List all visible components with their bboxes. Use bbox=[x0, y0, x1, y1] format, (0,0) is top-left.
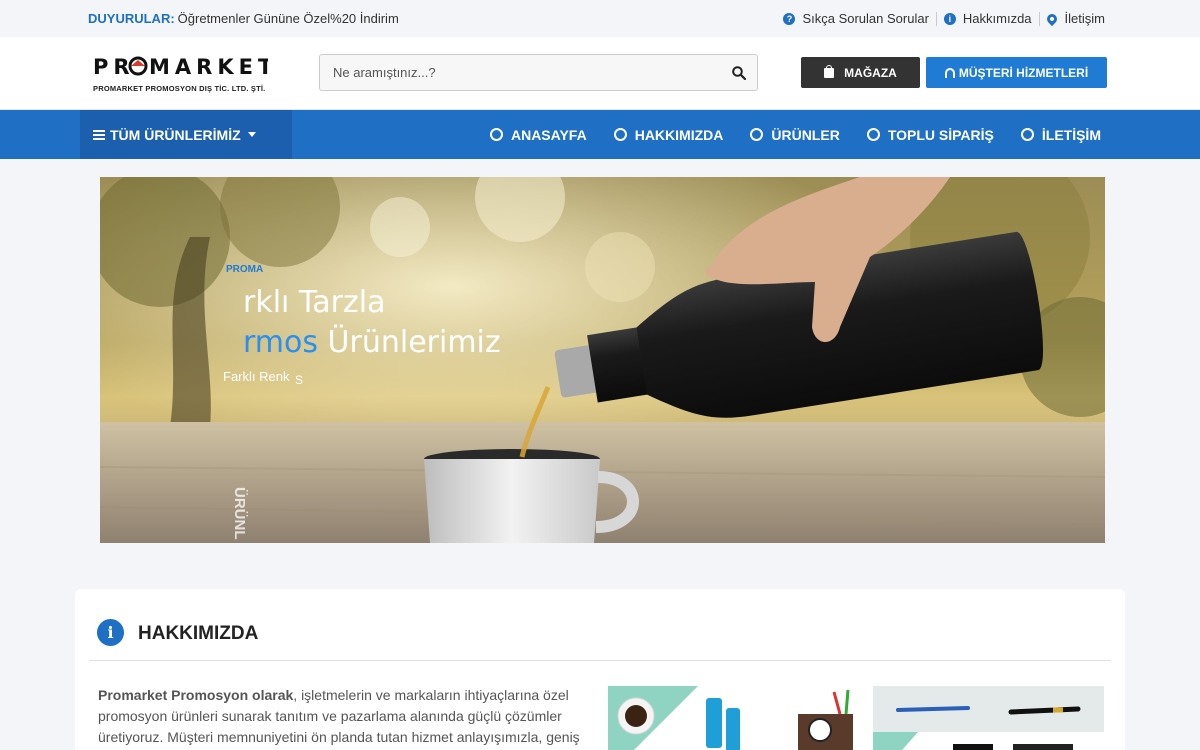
contact-link-label: İletişim bbox=[1064, 11, 1105, 26]
hero-subtext-fragment: S bbox=[295, 373, 304, 387]
search-button[interactable] bbox=[721, 55, 757, 90]
map-pin-icon bbox=[1044, 11, 1059, 26]
hero-small-label: PROMA bbox=[226, 264, 264, 275]
hero-image bbox=[100, 177, 1105, 543]
all-products-label: TÜM ÜRÜNLERİMİZ bbox=[110, 126, 241, 143]
faq-link-label: Sıkça Sorulan Sorular bbox=[802, 11, 929, 26]
hero-headline-line1: rklı Tarzla bbox=[243, 285, 386, 320]
announcement: DUYURULAR: Öğretmenler Gününe Özel%20 İnd… bbox=[88, 11, 399, 26]
site-logo[interactable]: PR MARKET PROMARKET PROMOSYON DIŞ TİC. L… bbox=[93, 55, 272, 93]
contact-link[interactable]: İletişim bbox=[1044, 11, 1105, 26]
shopping-bag-icon bbox=[824, 64, 835, 78]
nav-item-label: ANASAYFA bbox=[510, 126, 587, 143]
circle-icon bbox=[866, 128, 880, 141]
announcement-text[interactable]: Öğretmenler Gününe Özel%20 İndirim bbox=[178, 11, 399, 26]
logo-wordmark: PR MARKET bbox=[93, 55, 272, 79]
hero-headline-accent: rmos bbox=[243, 325, 319, 360]
about-text: Promarket Promosyon olarak, işletmelerin… bbox=[98, 685, 583, 748]
all-products-menu[interactable]: TÜM ÜRÜNLERİMİZ bbox=[80, 110, 292, 159]
divider bbox=[935, 11, 937, 26]
search-input[interactable] bbox=[320, 55, 720, 90]
headset-icon bbox=[944, 67, 955, 78]
logo-subtitle: PROMARKET PROMOSYON DIŞ TİC. LTD. ŞTİ. bbox=[93, 84, 266, 93]
question-circle-icon: ? bbox=[783, 12, 796, 25]
nav-item-label: ÜRÜNLER bbox=[771, 126, 840, 143]
about-link[interactable]: i Hakkımızda bbox=[943, 11, 1032, 26]
hero-subtext: Farklı Renk bbox=[223, 369, 290, 384]
about-product-collage bbox=[608, 686, 1104, 750]
search-box bbox=[319, 54, 758, 91]
svg-text:PR: PR bbox=[93, 55, 135, 77]
about-bold-lead: Promarket Promosyon olarak bbox=[98, 687, 294, 703]
nav-item-label: İLETİŞİM bbox=[1041, 126, 1101, 143]
hero-headline-rest: Ürünlerimiz bbox=[318, 325, 501, 360]
info-circle-icon: i bbox=[943, 12, 956, 25]
customer-service-button[interactable]: MÜŞTERİ HİZMETLERİ bbox=[926, 57, 1107, 88]
top-links: ? Sıkça Sorulan Sorular i Hakkımızda İle… bbox=[783, 11, 1105, 26]
nav-item-home[interactable]: ANASAYFA bbox=[489, 126, 587, 143]
main-nav: TÜM ÜRÜNLERİMİZ ANASAYFA HAKKIMIZDA ÜRÜN… bbox=[0, 110, 1200, 159]
nav-item-contact[interactable]: İLETİŞİM bbox=[1020, 126, 1101, 143]
nav-item-products[interactable]: ÜRÜNLER bbox=[750, 126, 840, 143]
store-button[interactable]: MAĞAZA bbox=[801, 57, 920, 88]
circle-icon bbox=[1020, 128, 1034, 141]
circle-icon bbox=[489, 128, 503, 141]
hero-vertical-text: ÜRÜNL bbox=[231, 487, 248, 540]
store-button-label: MAĞAZA bbox=[844, 65, 897, 80]
hero-headline-line2: rmos Ürünlerimiz bbox=[243, 325, 501, 360]
customer-service-label: MÜŞTERİ HİZMETLERİ bbox=[958, 65, 1089, 80]
product-collage-image bbox=[608, 686, 1104, 750]
about-link-label: Hakkımızda bbox=[962, 11, 1032, 26]
nav-items: ANASAYFA HAKKIMIZDA ÜRÜNLER TOPLU SİPARİ… bbox=[463, 110, 1101, 159]
svg-text:MARKET: MARKET bbox=[149, 55, 268, 77]
about-section: i HAKKIMIZDA Promarket Promosyon olarak,… bbox=[75, 589, 1125, 750]
nav-item-label: HAKKIMIZDA bbox=[634, 126, 724, 143]
divider bbox=[1038, 11, 1040, 26]
menu-icon bbox=[93, 129, 105, 140]
circle-icon bbox=[613, 128, 627, 141]
announcement-label: DUYURULAR: bbox=[88, 11, 175, 26]
nav-item-bulk-order[interactable]: TOPLU SİPARİŞ bbox=[866, 126, 994, 143]
info-icon: i bbox=[97, 619, 124, 646]
circle-icon bbox=[750, 128, 764, 141]
about-header: i HAKKIMIZDA bbox=[89, 589, 1111, 661]
faq-link[interactable]: ? Sıkça Sorulan Sorular bbox=[783, 11, 929, 26]
nav-item-about[interactable]: HAKKIMIZDA bbox=[613, 126, 724, 143]
top-bar: DUYURULAR: Öğretmenler Gününe Özel%20 İnd… bbox=[0, 0, 1200, 37]
caret-down-icon bbox=[247, 132, 256, 137]
search-icon bbox=[732, 65, 746, 80]
hero-banner[interactable]: PROMA rklı Tarzla rmos Ürünlerimiz Farkl… bbox=[100, 177, 1105, 543]
nav-item-label: TOPLU SİPARİŞ bbox=[887, 126, 994, 143]
about-title: HAKKIMIZDA bbox=[138, 623, 259, 644]
site-header: PR MARKET PROMARKET PROMOSYON DIŞ TİC. L… bbox=[0, 37, 1200, 110]
